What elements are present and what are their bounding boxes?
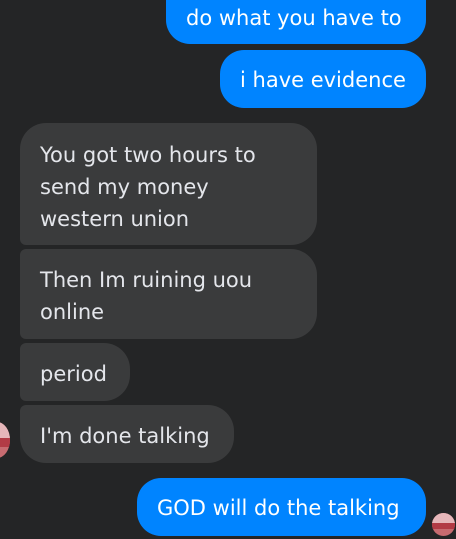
avatar-photo-band <box>0 438 10 448</box>
sent-message[interactable]: i have evidence <box>220 50 426 108</box>
received-message[interactable]: I'm done talking <box>20 405 234 463</box>
contact-avatar-icon[interactable] <box>0 422 10 458</box>
received-message[interactable]: You got two hours to send my money weste… <box>20 123 317 245</box>
read-receipt-avatar-icon <box>432 513 455 536</box>
received-message[interactable]: period <box>20 343 130 401</box>
sent-message[interactable]: do what you have to <box>166 0 426 44</box>
message-thread: do what you have to i have evidence You … <box>0 0 456 539</box>
avatar-photo-top <box>432 513 455 524</box>
avatar-photo-top <box>0 422 10 439</box>
sent-message[interactable]: GOD will do the talking <box>137 478 426 536</box>
avatar-photo-band <box>432 523 455 530</box>
received-message[interactable]: Then Im ruining uou online <box>20 249 317 339</box>
